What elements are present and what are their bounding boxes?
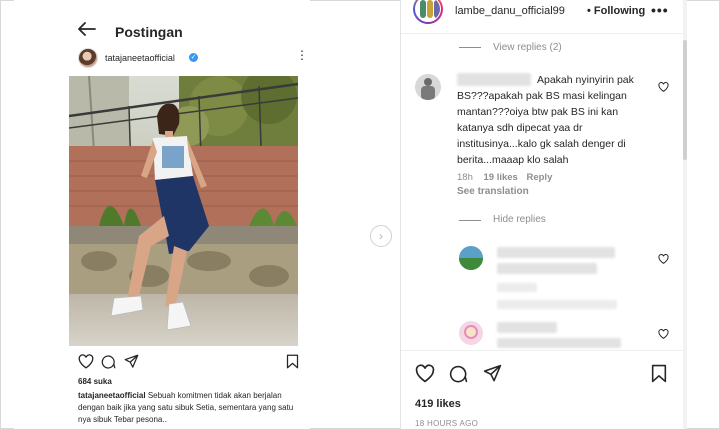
post-photo[interactable] <box>69 76 298 346</box>
commenter-avatar[interactable] <box>415 74 441 100</box>
blurred-reply-text <box>497 338 621 348</box>
comment-text-line: berita...maaap klo salah <box>457 154 569 166</box>
back-arrow-icon[interactable] <box>78 22 96 36</box>
blurred-username <box>457 73 531 86</box>
following-button[interactable]: • Following <box>587 5 645 17</box>
comment-icon[interactable] <box>101 354 116 369</box>
view-replies-button[interactable]: View replies (2) <box>493 42 562 53</box>
comment-text-line: BS???apakah pak BS masi kelingan <box>457 90 627 102</box>
reply-button[interactable]: Reply <box>526 172 552 183</box>
caption-username[interactable]: tatajaneetaofficial <box>78 391 146 400</box>
more-options-icon[interactable]: ••• <box>651 2 669 18</box>
post-actions-row <box>78 352 308 372</box>
verified-badge-icon: ✓ <box>189 53 198 62</box>
comments-panel: lambe_danu_official99 • Following ••• Vi… <box>401 0 683 429</box>
post-timestamp: 18 HOURS AGO <box>415 419 479 428</box>
embedded-post-screenshot: Postingan tatajaneetaofficial ✓ ⋮ 684 su… <box>14 0 310 429</box>
reply-avatar[interactable] <box>459 246 483 270</box>
comment-text-line: katanya sdh dipecat yaa dr <box>457 122 583 134</box>
scrollbar-thumb[interactable] <box>683 40 687 160</box>
post-likes-count: 684 suka <box>78 377 112 386</box>
more-options-icon[interactable]: ⋮ <box>296 49 308 61</box>
comment-age: 18h <box>457 172 473 183</box>
comment-text-line: institusinya...kalo gk salah denger di <box>457 138 626 150</box>
author-username[interactable]: tatajaneetaofficial <box>105 53 175 63</box>
post-header-bar: Postingan <box>14 8 310 42</box>
account-avatar[interactable] <box>413 0 443 24</box>
comment-like-icon[interactable] <box>658 82 669 92</box>
follow-separator: • <box>587 5 591 17</box>
carousel-next-icon[interactable]: › <box>370 225 392 247</box>
bookmark-icon[interactable] <box>651 364 667 383</box>
bookmark-icon[interactable] <box>286 354 299 369</box>
heart-icon[interactable] <box>415 364 435 383</box>
post-likes-count[interactable]: 419 likes <box>415 398 461 410</box>
see-translation-link[interactable]: See translation <box>457 186 529 197</box>
post-caption: tatajaneetaofficial Sebuah komitmen tida… <box>78 390 303 426</box>
blurred-reply-text <box>497 322 557 333</box>
comment-icon[interactable] <box>449 364 468 383</box>
blurred-reply-text <box>497 247 615 258</box>
hide-replies-button[interactable]: Hide replies <box>493 214 546 225</box>
comment-text-line: Apakah nyinyirin pak <box>537 74 634 86</box>
page-title: Postingan <box>115 24 183 40</box>
reply-line <box>459 220 481 221</box>
reply-avatar[interactable] <box>459 321 483 345</box>
reply-like-icon[interactable] <box>658 329 669 339</box>
following-label: Following <box>593 5 646 17</box>
comment-meta: 18h 19 likes Reply <box>457 172 558 183</box>
blurred-reply-text <box>497 263 597 274</box>
author-avatar[interactable] <box>78 48 98 68</box>
account-username[interactable]: lambe_danu_official99 <box>455 5 565 17</box>
blurred-reply-meta <box>497 283 537 292</box>
heart-icon[interactable] <box>78 354 94 369</box>
post-actions-bar: 419 likes 18 HOURS AGO <box>401 350 683 429</box>
comment-text-line: mantan???oiya btw pak BS ini kan <box>457 106 619 118</box>
post-header: lambe_danu_official99 • Following ••• <box>401 0 683 34</box>
share-icon[interactable] <box>124 354 139 369</box>
reply-like-icon[interactable] <box>658 254 669 264</box>
reply-line <box>459 47 481 48</box>
share-icon[interactable] <box>483 364 502 383</box>
post-author-row: tatajaneetaofficial ✓ ⋮ <box>78 48 308 70</box>
blurred-reply-meta <box>497 300 617 309</box>
comment-likes[interactable]: 19 likes <box>484 172 518 183</box>
